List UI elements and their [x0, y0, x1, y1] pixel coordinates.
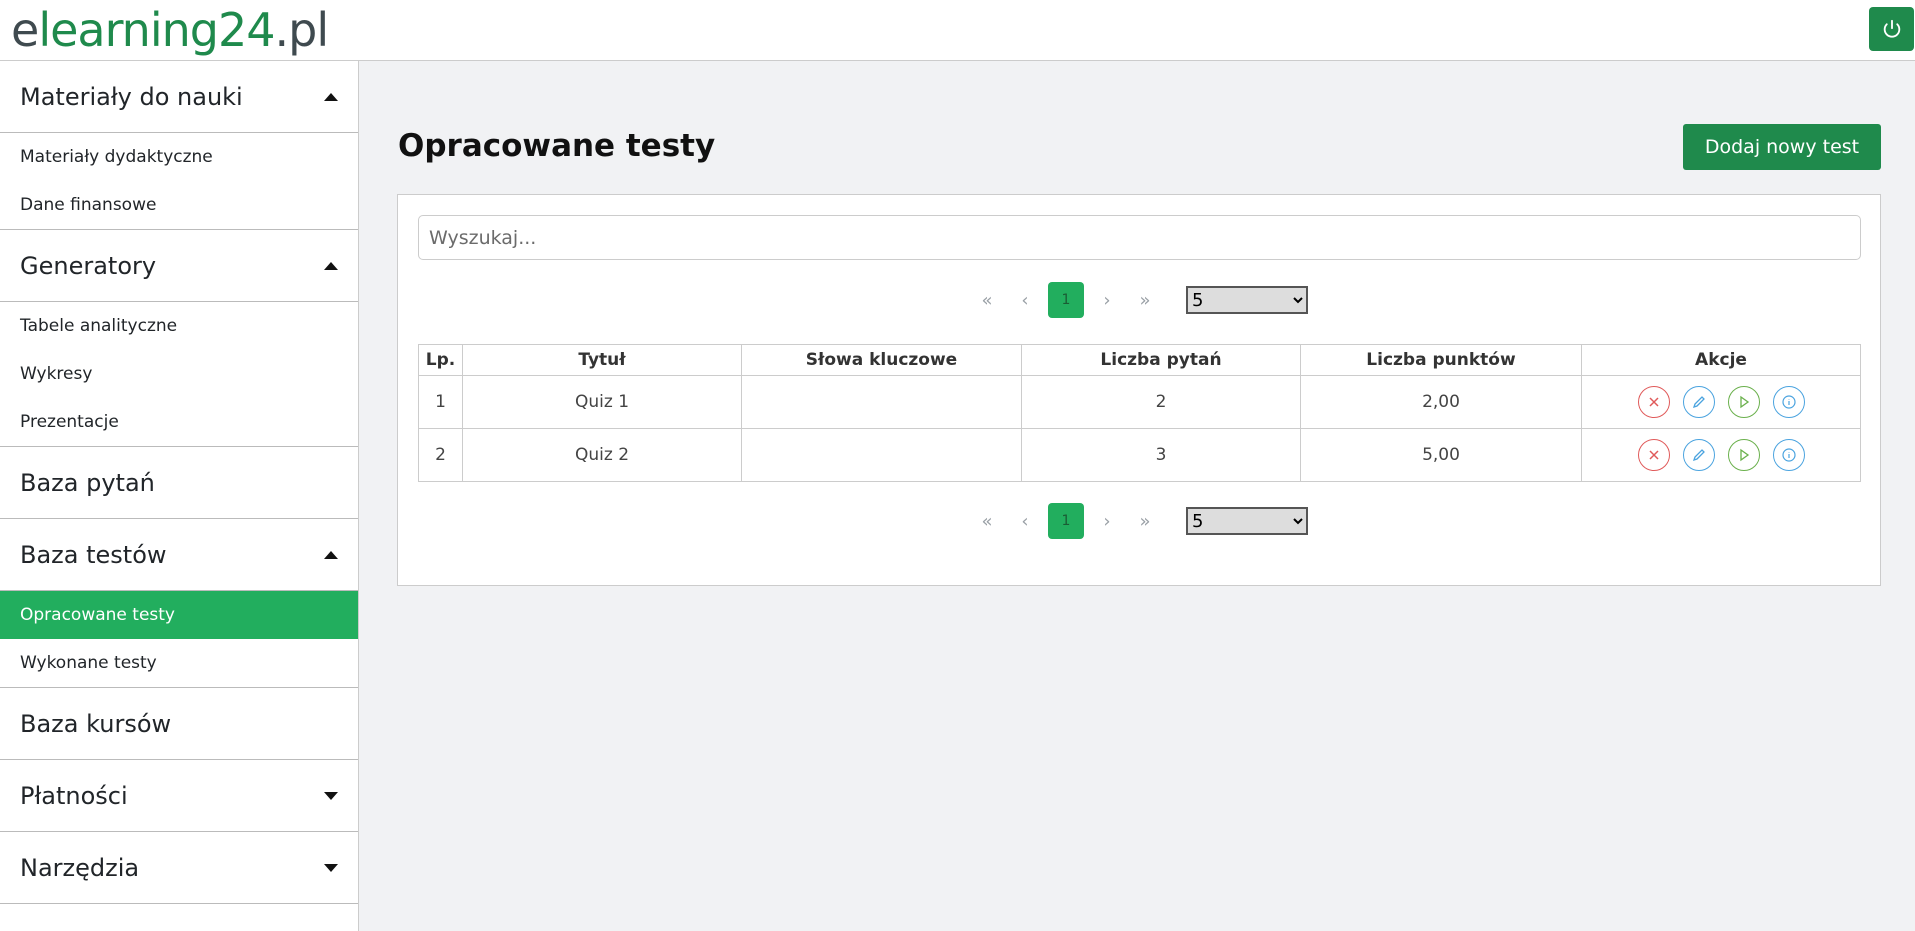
sidebar-item-prezentacje[interactable]: Prezentacje [0, 398, 358, 446]
column-header-title[interactable]: Tytuł [462, 344, 742, 376]
sidebar-section-label: Narzędzia [20, 853, 140, 882]
last-page-button[interactable]: » [1126, 282, 1164, 318]
logo-part-24: 24 [217, 3, 276, 57]
sidebar-section-narzedzia[interactable]: Narzędzia [0, 832, 358, 904]
current-page-button[interactable]: 1 [1048, 282, 1084, 318]
cell-keywords [741, 375, 1022, 429]
logo-part-e: e [11, 3, 39, 57]
logo-part-pl: .pl [274, 3, 330, 57]
sidebar-section-platnosci[interactable]: Płatności [0, 760, 358, 832]
search-input[interactable] [418, 215, 1861, 260]
last-page-button[interactable]: » [1126, 503, 1164, 539]
page-title: Opracowane testy [398, 128, 716, 164]
pagination-bottom: « ‹ 1 › » 5 [968, 503, 1308, 539]
sidebar-item-dane-finansowe[interactable]: Dane finansowe [0, 181, 358, 229]
sidebar-section-label: Baza kursów [20, 709, 172, 738]
column-header-actions: Akcje [1581, 344, 1861, 376]
current-page-button[interactable]: 1 [1048, 503, 1084, 539]
next-page-button[interactable]: › [1088, 503, 1126, 539]
edit-button[interactable] [1682, 386, 1715, 418]
sidebar-section-baza-testow[interactable]: Baza testów [0, 519, 358, 591]
sidebar-section-label: Materiały do nauki [20, 82, 243, 111]
sidebar-item-wykresy[interactable]: Wykresy [0, 350, 358, 398]
logo[interactable]: e learning 24 .pl [11, 1, 330, 59]
info-button[interactable] [1772, 439, 1805, 471]
sidebar-section-materialy[interactable]: Materiały do nauki [0, 61, 358, 133]
cell-points: 2,00 [1300, 375, 1582, 429]
first-page-button[interactable]: « [968, 282, 1006, 318]
tests-table: Lp. Tytuł Słowa kluczowe Liczba pytań Li… [418, 344, 1861, 482]
delete-button[interactable] [1637, 386, 1670, 418]
caret-up-icon [324, 261, 338, 270]
logo-part-learning: learning [38, 3, 219, 57]
caret-up-icon [324, 92, 338, 101]
first-page-button[interactable]: « [968, 503, 1006, 539]
cell-questions: 2 [1021, 375, 1301, 429]
sidebar-section-generatory[interactable]: Generatory [0, 230, 358, 302]
edit-icon [1692, 396, 1705, 409]
cell-lp: 2 [418, 428, 463, 482]
page-size-select[interactable]: 5 [1186, 286, 1308, 314]
cell-actions [1581, 375, 1861, 429]
pagination-top: « ‹ 1 › » 5 [968, 282, 1308, 318]
cell-keywords [741, 428, 1022, 482]
column-header-lp[interactable]: Lp. [418, 344, 463, 376]
sidebar-submenu-baza-testow: Opracowane testy Wykonane testy [0, 591, 358, 688]
sidebar-submenu-materialy: Materiały dydaktyczne Dane finansowe [0, 133, 358, 230]
prev-page-button[interactable]: ‹ [1006, 503, 1044, 539]
run-button[interactable] [1727, 386, 1760, 418]
sidebar-section-label: Baza testów [20, 540, 167, 569]
sidebar-submenu-generatory: Tabele analityczne Wykresy Prezentacje [0, 302, 358, 447]
sidebar-section-baza-kursow[interactable]: Baza kursów [0, 688, 358, 760]
prev-page-button[interactable]: ‹ [1006, 282, 1044, 318]
column-header-keywords[interactable]: Słowa kluczowe [741, 344, 1022, 376]
sidebar-section-baza-pytan[interactable]: Baza pytań [0, 447, 358, 519]
cell-lp: 1 [418, 375, 463, 429]
sidebar-section-label: Płatności [20, 781, 128, 810]
delete-icon [1648, 450, 1659, 460]
logout-button[interactable] [1869, 7, 1914, 51]
delete-button[interactable] [1637, 439, 1670, 471]
sidebar-item-materialy-dydaktyczne[interactable]: Materiały dydaktyczne [0, 133, 358, 181]
top-bar: e learning 24 .pl [0, 0, 1915, 61]
cell-points: 5,00 [1300, 428, 1582, 482]
column-header-questions[interactable]: Liczba pytań [1021, 344, 1301, 376]
sidebar-item-tabele-analityczne[interactable]: Tabele analityczne [0, 302, 358, 350]
play-icon [1739, 395, 1749, 409]
caret-up-icon [324, 550, 338, 559]
cell-questions: 3 [1021, 428, 1301, 482]
delete-icon [1648, 397, 1659, 407]
cell-title: Quiz 1 [462, 375, 742, 429]
table-header-row: Lp. Tytuł Słowa kluczowe Liczba pytań Li… [418, 344, 1861, 376]
add-test-button[interactable]: Dodaj nowy test [1683, 124, 1881, 170]
power-icon [1883, 19, 1900, 38]
tests-panel: « ‹ 1 › » 5 Lp. Tytuł Słowa kluczowe Lic… [397, 194, 1881, 586]
edit-icon [1692, 449, 1705, 462]
table-row: 1 Quiz 1 2 2,00 [418, 375, 1861, 429]
play-icon [1739, 448, 1749, 462]
sidebar: Materiały do nauki Materiały dydaktyczne… [0, 61, 359, 931]
info-button[interactable] [1772, 386, 1805, 418]
sidebar-section-label: Baza pytań [20, 468, 155, 497]
edit-button[interactable] [1682, 439, 1715, 471]
sidebar-item-opracowane-testy[interactable]: Opracowane testy [0, 591, 358, 639]
sidebar-item-wykonane-testy[interactable]: Wykonane testy [0, 639, 358, 687]
caret-down-icon [324, 863, 338, 872]
sidebar-section-label: Generatory [20, 251, 157, 280]
table-row: 2 Quiz 2 3 5,00 [418, 428, 1861, 482]
cell-title: Quiz 2 [462, 428, 742, 482]
caret-down-icon [324, 791, 338, 800]
cell-actions [1581, 428, 1861, 482]
page-size-select[interactable]: 5 [1186, 507, 1308, 535]
next-page-button[interactable]: › [1088, 282, 1126, 318]
column-header-points[interactable]: Liczba punktów [1300, 344, 1582, 376]
info-icon [1781, 395, 1796, 409]
run-button[interactable] [1727, 439, 1760, 471]
info-icon [1781, 448, 1796, 462]
